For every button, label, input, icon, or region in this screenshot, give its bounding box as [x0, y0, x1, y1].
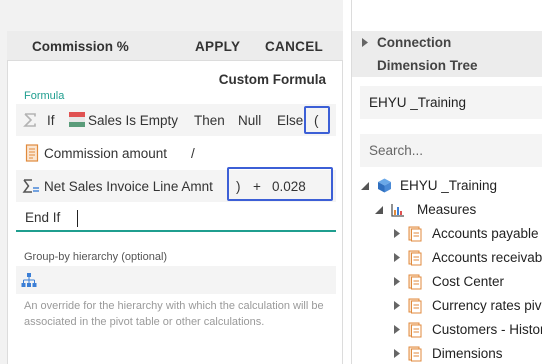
formula-label: Formula — [24, 90, 65, 102]
else-keyword[interactable]: Else — [277, 113, 303, 128]
net-sales-measure[interactable]: Net Sales Invoice Line Amnt — [44, 179, 213, 194]
expand-right-icon — [394, 229, 400, 238]
null-keyword[interactable]: Null — [238, 113, 261, 128]
dimension-side-panel: Connection Dimension Tree EHYU _Training… — [351, 0, 542, 364]
dimension-tree-label: Dimension Tree — [377, 58, 478, 73]
is-empty-function-icon — [69, 112, 85, 127]
tree-item[interactable]: Cost Center — [352, 271, 542, 294]
calculation-title[interactable]: Commission % — [32, 39, 129, 54]
apply-button[interactable]: APPLY — [195, 39, 240, 54]
tree-search[interactable] — [360, 134, 542, 167]
sales-is-empty-function[interactable]: Sales Is Empty — [88, 113, 178, 128]
groupby-hierarchy-selector[interactable] — [16, 266, 336, 294]
tree-item-label: Accounts receivable — [432, 250, 542, 265]
measures-label: Measures — [417, 202, 477, 217]
dimension-tree-header[interactable]: Dimension Tree — [352, 53, 542, 77]
sigma-icon — [23, 113, 36, 127]
tree-item-label: Accounts payable — [432, 226, 539, 241]
formula-line-2[interactable]: Commission amount / — [16, 137, 336, 169]
measure-icon — [25, 144, 39, 162]
text-cursor — [77, 210, 78, 227]
commission-amount-measure[interactable]: Commission amount — [44, 146, 167, 161]
plus-operator[interactable]: + — [253, 179, 261, 194]
cube-icon — [378, 178, 391, 193]
tree-item-label: Customers - History — [432, 322, 542, 337]
expand-right-icon — [394, 325, 400, 334]
formula-line-3[interactable]: Net Sales Invoice Line Amnt ) + 0.028 — [16, 167, 336, 202]
expand-right-icon — [394, 301, 400, 310]
tree-item-label: Dimensions — [432, 346, 503, 361]
formula-line-1[interactable]: If Sales Is Empty Then Null Else ( — [16, 104, 336, 136]
tree-root-label: EHYU _Training — [400, 178, 498, 193]
measure-group-icon — [408, 322, 422, 338]
expand-right-icon — [394, 349, 400, 358]
tree-root-node[interactable]: EHYU _Training — [352, 175, 542, 198]
selected-model: EHYU _Training — [369, 95, 467, 110]
formula-editor-panel: Commission % APPLY CANCEL Custom Formula… — [0, 0, 343, 364]
groupby-label: Group-by hierarchy (optional) — [24, 251, 168, 263]
expand-right-icon — [362, 38, 368, 47]
tree-item-label: Currency rates pivot — [432, 298, 542, 313]
if-keyword[interactable]: If — [47, 113, 55, 128]
tree-item[interactable]: Accounts payable — [352, 223, 542, 246]
editor-toolbar: Commission % APPLY CANCEL — [7, 31, 343, 61]
measure-group-icon — [408, 274, 422, 290]
measures-icon — [391, 204, 404, 217]
groupby-help-text: An override for the hierarchy with which… — [24, 300, 324, 328]
collapse-icon — [375, 206, 383, 214]
constant-value[interactable]: 0.028 — [272, 179, 306, 194]
tree-item[interactable]: Currency rates pivot — [352, 295, 542, 318]
tree-item-label: Cost Center — [432, 274, 505, 289]
summed-measure-icon — [22, 179, 39, 193]
tree-measures-node[interactable]: Measures — [352, 199, 542, 222]
open-paren-token[interactable]: ( — [314, 113, 319, 128]
expand-right-icon — [394, 277, 400, 286]
connection-label: Connection — [377, 35, 452, 50]
measure-group-icon — [408, 346, 422, 362]
end-if-keyword[interactable]: End If — [25, 210, 60, 225]
divide-operator[interactable]: / — [191, 146, 195, 161]
measure-group-icon — [408, 226, 422, 242]
tree-item[interactable]: Accounts receivable — [352, 247, 542, 270]
search-input[interactable] — [360, 134, 542, 167]
cancel-button[interactable]: CANCEL — [265, 39, 323, 54]
connection-header[interactable]: Connection — [352, 31, 542, 53]
collapse-icon — [361, 182, 369, 190]
then-keyword[interactable]: Then — [194, 113, 225, 128]
model-selector[interactable]: EHYU _Training — [360, 86, 542, 119]
formula-line-4[interactable]: End If — [16, 202, 336, 234]
tree-item[interactable]: Customers - History — [352, 319, 542, 342]
expand-right-icon — [394, 253, 400, 262]
tree-item[interactable]: Dimensions — [352, 343, 542, 364]
hierarchy-icon — [21, 273, 37, 287]
close-paren-token[interactable]: ) — [236, 179, 241, 194]
measure-group-icon — [408, 250, 422, 266]
formula-editor[interactable]: If Sales Is Empty Then Null Else ( Commi… — [16, 104, 336, 232]
custom-formula-heading: Custom Formula — [218, 72, 326, 87]
measure-group-icon — [408, 298, 422, 314]
